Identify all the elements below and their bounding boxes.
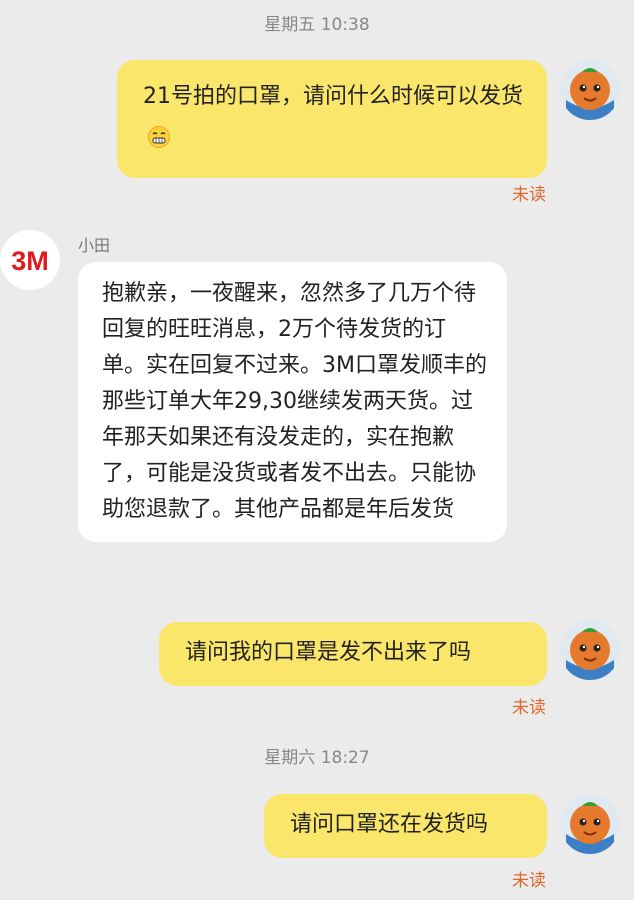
message-text: 抱歉亲，一夜醒来，忽然多了几万个待回复的旺旺消息，2万个待发货的订单。实在回复不…	[102, 281, 487, 522]
message-text: 21号拍的口罩，请问什么时候可以发货	[143, 84, 523, 109]
unread-status-2: 未读	[512, 698, 546, 718]
timestamp-2: 星期六 18:27	[264, 748, 370, 768]
timestamp-1: 星期五 10:38	[264, 15, 370, 35]
incoming-message-1[interactable]: 抱歉亲，一夜醒来，忽然多了几万个待回复的旺旺消息，2万个待发货的订单。实在回复不…	[78, 262, 507, 542]
message-text: 请问口罩还在发货吗	[290, 812, 489, 837]
user-avatar[interactable]	[560, 620, 620, 680]
grimace-emoji-icon	[147, 122, 171, 148]
orange-cartoon-avatar-icon	[560, 620, 620, 680]
user-avatar[interactable]	[560, 794, 620, 854]
outgoing-message-3[interactable]: 请问口罩还在发货吗	[264, 794, 547, 858]
contact-avatar-3m-logo[interactable]: 3M	[0, 230, 60, 290]
orange-cartoon-avatar-icon	[560, 60, 620, 120]
outgoing-message-2[interactable]: 请问我的口罩是发不出来了吗	[159, 622, 547, 686]
sender-name: 小田	[78, 236, 111, 255]
unread-status-1: 未读	[512, 185, 546, 205]
message-text: 请问我的口罩是发不出来了吗	[185, 640, 472, 665]
user-avatar[interactable]	[560, 60, 620, 120]
outgoing-message-1[interactable]: 21号拍的口罩，请问什么时候可以发货	[117, 60, 547, 178]
orange-cartoon-avatar-icon	[560, 794, 620, 854]
unread-status-3: 未读	[512, 871, 546, 891]
3m-logo-text: 3M	[11, 246, 49, 276]
